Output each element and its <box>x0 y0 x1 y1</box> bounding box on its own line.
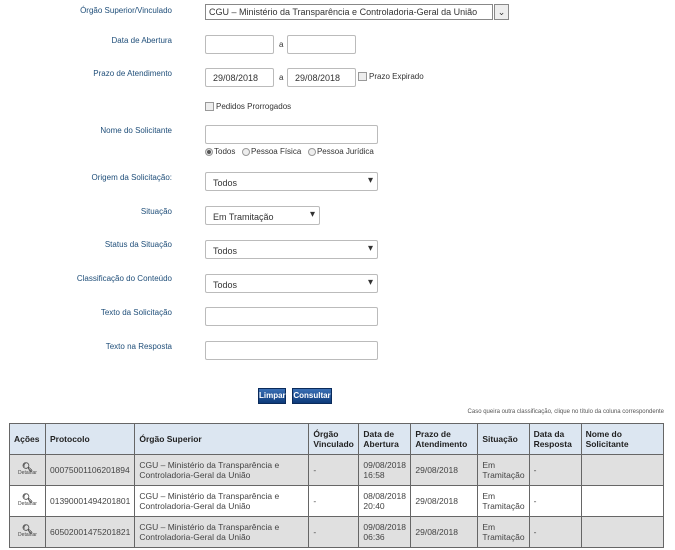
header-nome-solicitante[interactable]: Nome do Solicitante <box>580 423 665 455</box>
resposta-cell: - <box>528 454 582 486</box>
prazo-from[interactable]: 29/08/2018 <box>205 68 274 87</box>
resposta-cell: - <box>528 516 582 548</box>
orgao-cell: CGU – Ministério da Transparência e Cont… <box>134 454 310 486</box>
data-abertura-label: Data de Abertura <box>111 36 172 45</box>
header-prazo[interactable]: Prazo de Atendimento <box>410 423 479 455</box>
abertura-cell: 08/08/2018 20:40 <box>358 485 412 517</box>
sep: a <box>279 73 284 82</box>
sort-note: Caso queira outra classificação, clique … <box>467 409 664 415</box>
table-row: 🔍︎ Detalhar 00075001106201894 CGU – Minis… <box>9 454 665 486</box>
orgao-label: Órgão Superior/Vinculado <box>80 6 172 15</box>
radio-pessoa-fisica[interactable]: Pessoa Física <box>242 147 301 156</box>
texto-resposta-input[interactable] <box>205 341 378 360</box>
orgao-cell: CGU – Ministério da Transparência e Cont… <box>134 485 310 517</box>
detalhar-button[interactable]: 🔍︎ Detalhar <box>9 454 46 486</box>
prazo-to[interactable]: 29/08/2018 <box>287 68 356 87</box>
detalhar-button[interactable]: 🔍︎ Detalhar <box>9 516 46 548</box>
data-abertura-to[interactable] <box>287 35 356 54</box>
vinculado-cell: - <box>308 454 360 486</box>
classificacao-label: Classificação do Conteúdo <box>76 274 172 283</box>
data-abertura-from[interactable] <box>205 35 274 54</box>
header-orgao-vinculado[interactable]: Órgão Vinculado <box>308 423 360 455</box>
table-row: 🔍︎ Detalhar 60502001475201821 CGU – Minis… <box>9 516 665 548</box>
status-label: Status da Situação <box>104 240 172 249</box>
prazo-cell: 29/08/2018 <box>410 454 479 486</box>
prazo-cell: 29/08/2018 <box>410 485 479 517</box>
situacao-select[interactable]: Em Tramitação <box>205 206 320 225</box>
classificacao-select[interactable]: Todos <box>205 274 378 293</box>
header-situacao[interactable]: Situação <box>477 423 530 455</box>
nome-cell <box>580 454 665 486</box>
protocolo-cell: 00075001106201894 <box>44 454 136 486</box>
header-protocolo[interactable]: Protocolo <box>44 423 136 455</box>
pedidos-prorrogados-checkbox[interactable]: Pedidos Prorrogados <box>205 102 292 112</box>
table-row: 🔍︎ Detalhar 01390001494201801 CGU – Minis… <box>9 485 665 517</box>
abertura-cell: 09/08/2018 06:36 <box>358 516 412 548</box>
orgao-select[interactable]: CGU – Ministério da Transparência e Cont… <box>205 4 493 20</box>
nome-label: Nome do Solicitante <box>100 126 172 135</box>
abertura-cell: 09/08/2018 16:58 <box>358 454 412 486</box>
protocolo-cell: 01390001494201801 <box>44 485 136 517</box>
origem-label: Origem da Solicitação: <box>91 173 172 182</box>
nome-cell <box>580 485 665 517</box>
tipo-pessoa-radios: Todos Pessoa Física Pessoa Jurídica <box>205 147 374 156</box>
radio-todos[interactable]: Todos <box>205 147 235 156</box>
nome-cell <box>580 516 665 548</box>
texto-solicitacao-label: Texto da Solicitação <box>100 308 172 317</box>
pedidos-prorrogados-label: Pedidos Prorrogados <box>216 102 292 111</box>
orgao-cell: CGU – Ministério da Transparência e Cont… <box>134 516 310 548</box>
consultar-button[interactable]: Consultar <box>292 388 332 404</box>
prazo-expirado-checkbox[interactable]: Prazo Expirado <box>358 72 424 82</box>
header-data-resposta[interactable]: Data da Resposta <box>528 423 582 455</box>
texto-resposta-label: Texto na Resposta <box>105 342 172 351</box>
radio-pessoa-juridica[interactable]: Pessoa Jurídica <box>307 147 374 156</box>
results-table: Ações Protocolo Órgão Superior Órgão Vin… <box>9 423 665 548</box>
detalhar-button[interactable]: 🔍︎ Detalhar <box>9 485 46 517</box>
situacao-cell: Em Tramitação <box>477 516 530 548</box>
situacao-cell: Em Tramitação <box>477 454 530 486</box>
protocolo-cell: 60502001475201821 <box>44 516 136 548</box>
header-acoes[interactable]: Ações <box>9 423 46 455</box>
sep: a <box>279 40 284 49</box>
header-orgao-superior[interactable]: Órgão Superior <box>134 423 310 455</box>
header-data-abertura[interactable]: Data de Abertura <box>358 423 412 455</box>
chevron-down-icon[interactable]: ⌄ <box>494 4 509 20</box>
resposta-cell: - <box>528 485 582 517</box>
prazo-label: Prazo de Atendimento <box>93 69 172 78</box>
situacao-cell: Em Tramitação <box>477 485 530 517</box>
texto-solicitacao-input[interactable] <box>205 307 378 326</box>
prazo-cell: 29/08/2018 <box>410 516 479 548</box>
limpar-button[interactable]: Limpar <box>258 388 286 404</box>
vinculado-cell: - <box>308 516 360 548</box>
situacao-label: Situação <box>140 207 172 216</box>
status-select[interactable]: Todos <box>205 240 378 259</box>
prazo-expirado-label: Prazo Expirado <box>369 72 424 81</box>
origem-select[interactable]: Todos <box>205 172 378 191</box>
vinculado-cell: - <box>308 485 360 517</box>
nome-input[interactable] <box>205 125 378 144</box>
